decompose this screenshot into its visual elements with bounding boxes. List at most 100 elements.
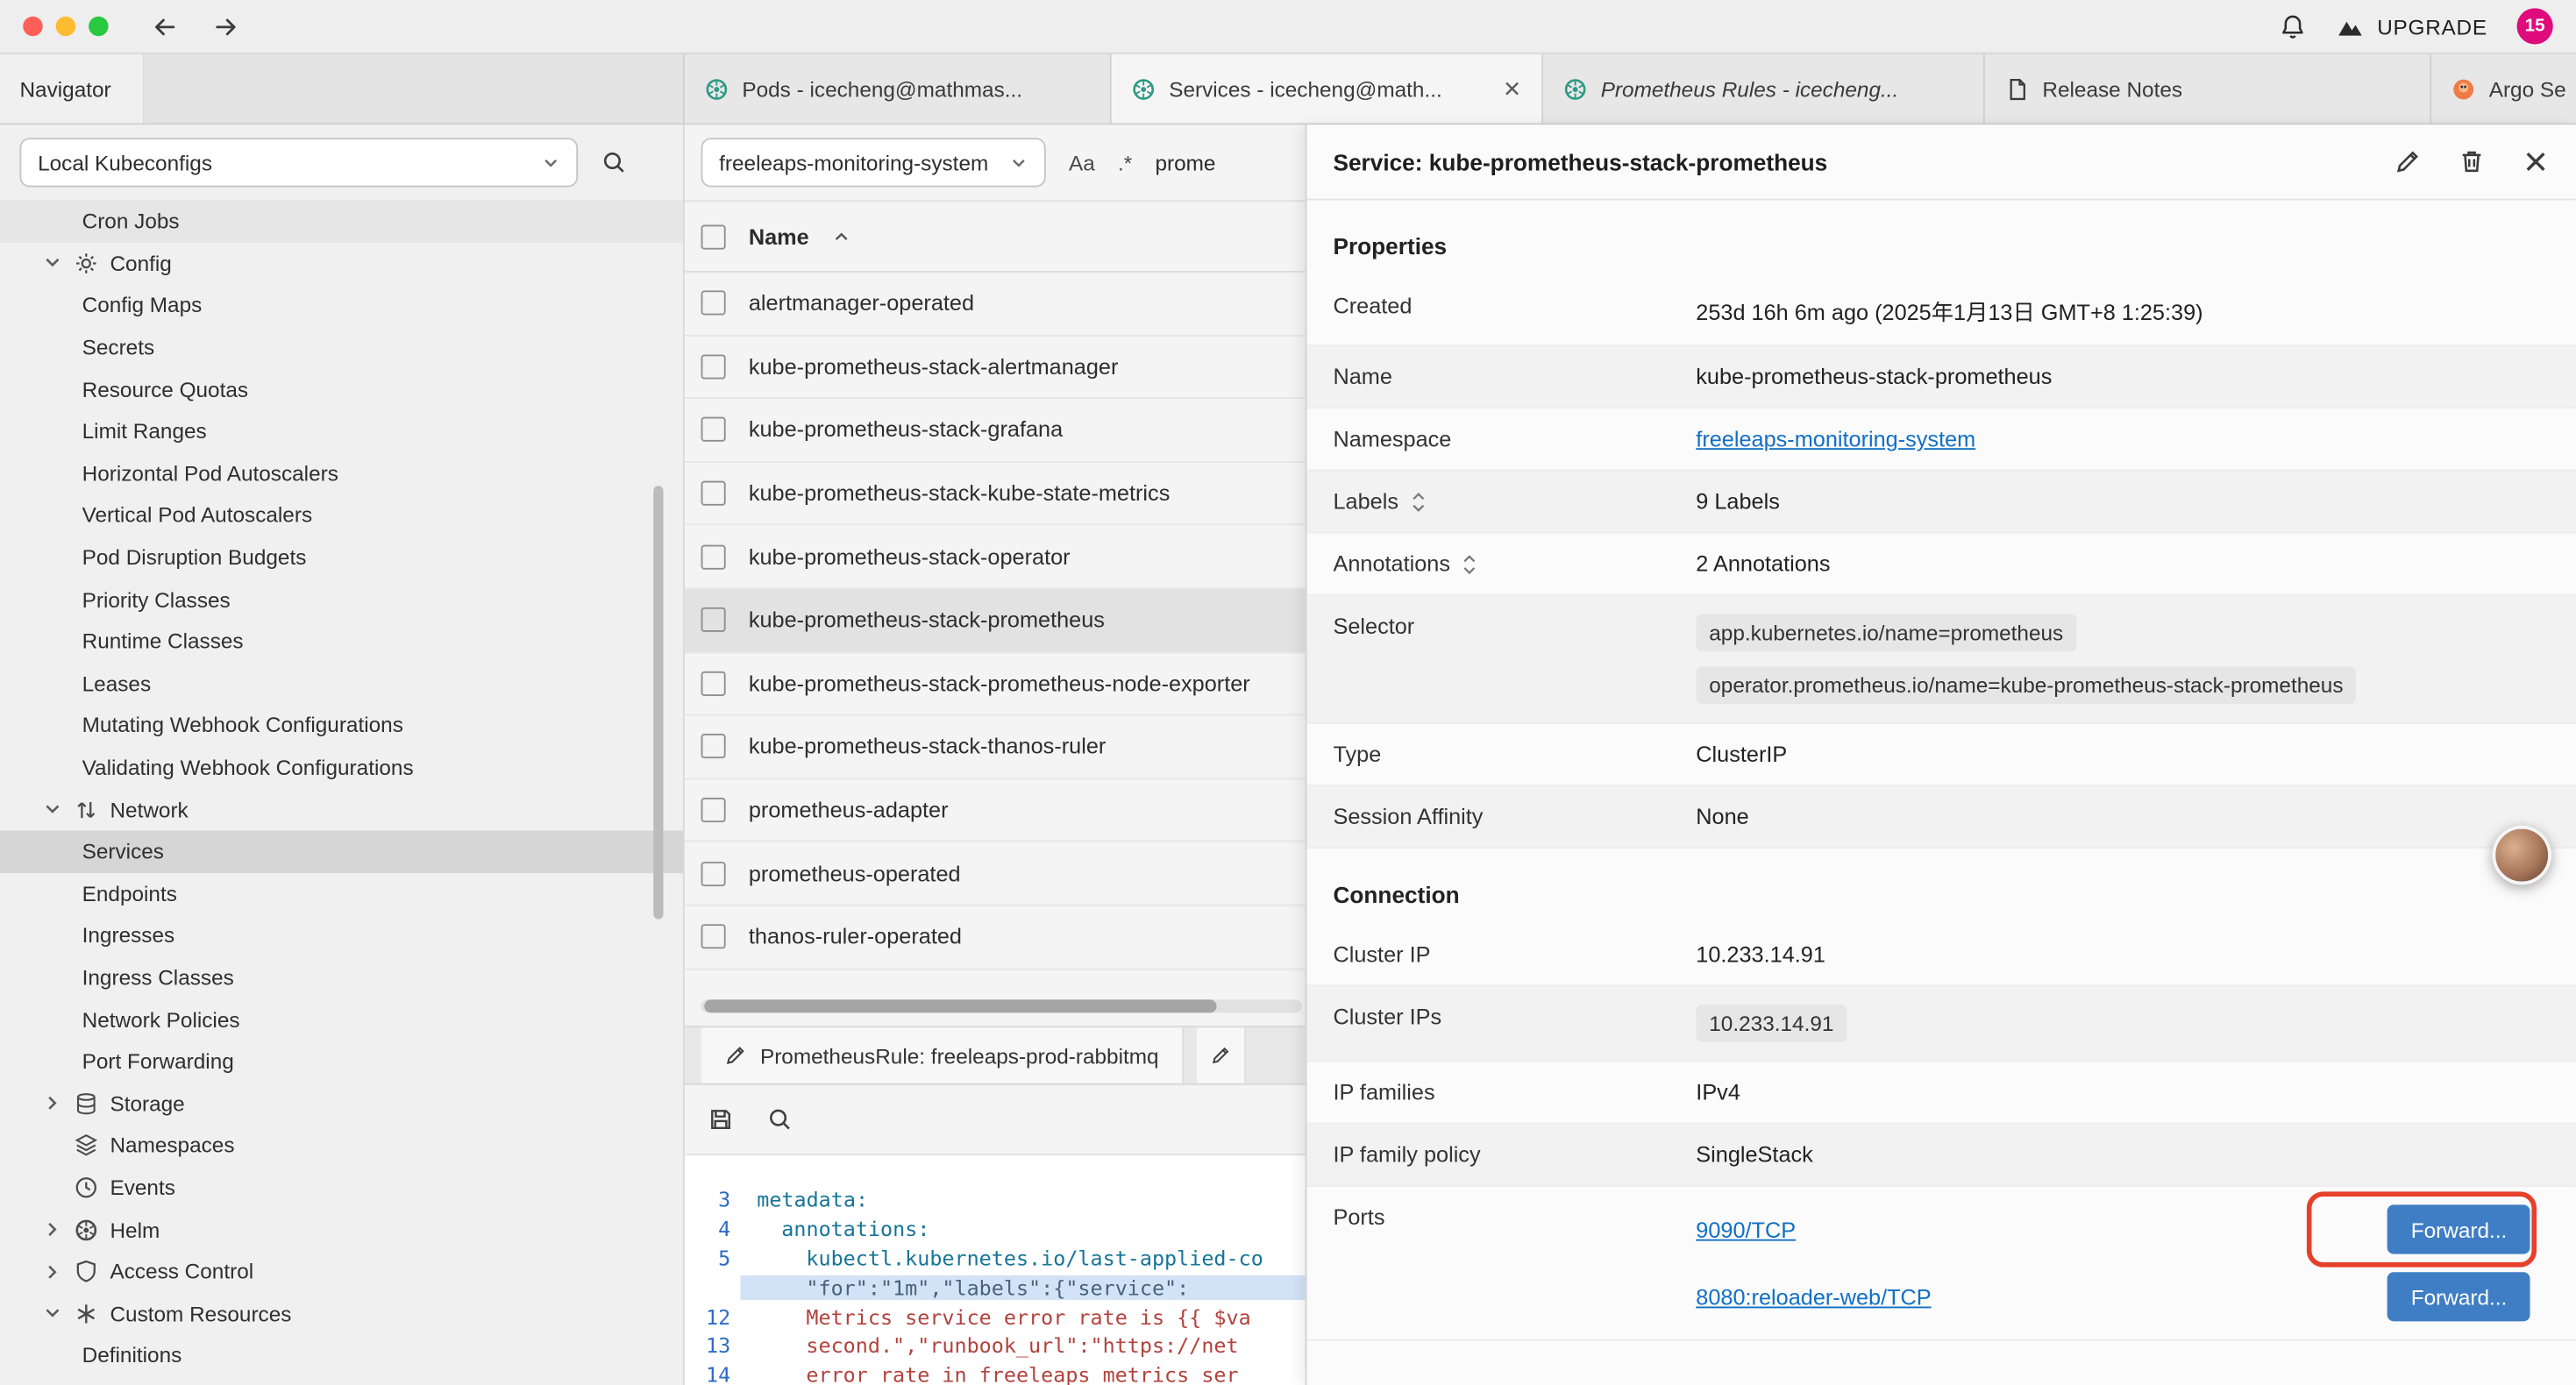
search-icon[interactable] [766,1106,793,1133]
bell-icon[interactable] [2279,12,2307,40]
close-tab-icon[interactable] [1502,79,1521,98]
sort-updown-icon[interactable] [1408,490,1427,513]
sidebar-item-pod-disruption-budgets[interactable]: Pod Disruption Budgets [0,536,683,579]
sidebar-item-ingresses[interactable]: Ingresses [0,914,683,956]
dock-tab-prometheusrule[interactable]: PrometheusRule: freeleaps-prod-rabbitmq [701,1027,1184,1083]
avatar[interactable] [2492,826,2551,884]
port-link[interactable]: 9090/TCP [1696,1217,1796,1241]
labels-value[interactable]: 9 Labels [1696,489,2550,514]
prop-row-created: Created 253d 16h 6m ago (2025年1月13日 GMT+… [1307,276,2576,347]
namespace-link[interactable]: freeleaps-monitoring-system [1696,427,1975,451]
sidebar-item-ingress-classes[interactable]: Ingress Classes [0,956,683,998]
sidebar-scrollbar[interactable] [653,486,663,919]
row-checkbox[interactable] [701,925,726,949]
sidebar-item-services[interactable]: Services [0,830,683,872]
search-input[interactable]: prome [1155,150,1215,174]
line-number: 5 [685,1246,741,1270]
gear-icon [74,251,98,275]
sidebar-item-storage[interactable]: Storage [0,1083,683,1125]
minimize-window-button[interactable] [56,17,75,36]
forward-button[interactable]: Forward... [2388,1272,2530,1321]
drawer-body: Properties Created 253d 16h 6m ago (2025… [1307,200,2576,1385]
back-icon[interactable] [151,12,179,40]
sidebar-item-namespaces[interactable]: Namespaces [0,1125,683,1167]
row-checkbox[interactable] [701,798,726,822]
close-window-button[interactable] [23,17,42,36]
chevron-right-icon[interactable] [43,1219,62,1239]
edit-icon[interactable] [2394,148,2422,176]
row-checkbox[interactable] [701,481,726,506]
horizontal-scrollbar[interactable] [704,999,1216,1012]
row-checkbox[interactable] [701,671,726,696]
sidebar-item-config-maps[interactable]: Config Maps [0,284,683,326]
sidebar-item-custom-resources[interactable]: Custom Resources [0,1292,683,1334]
search-icon[interactable] [601,149,627,175]
row-checkbox[interactable] [701,735,726,759]
port-line: 8080:reloader-web/TCP Forward... [1696,1272,2530,1321]
name-column-header[interactable]: Name [749,224,809,249]
sidebar-item-cron-jobs[interactable]: Cron Jobs [0,200,683,242]
row-checkbox[interactable] [701,418,726,443]
navigator-panel-tab[interactable]: Navigator [0,54,145,124]
dock-tab-next[interactable] [1197,1027,1246,1083]
editor-tab[interactable]: Argo Se [2431,54,2576,124]
sidebar-item-leases[interactable]: Leases [0,663,683,705]
port-link[interactable]: 8080:reloader-web/TCP [1696,1284,1931,1309]
editor-tab[interactable]: Prometheus Rules - icecheng... [1543,54,1985,124]
forward-icon[interactable] [212,12,240,40]
row-checkbox[interactable] [701,861,726,885]
sidebar-item-vertical-pod-autoscalers[interactable]: Vertical Pod Autoscalers [0,494,683,536]
sidebar-item-validating-webhook-configurations[interactable]: Validating Webhook Configurations [0,746,683,788]
editor-tab[interactable]: Pods - icecheng@mathmas... [685,54,1112,124]
sidebar-item-config[interactable]: Config [0,242,683,284]
chevron-down-icon[interactable] [43,799,62,819]
save-icon[interactable] [708,1106,734,1133]
upgrade-button[interactable]: UPGRADE [2336,12,2487,40]
sidebar-item-access-control[interactable]: Access Control [0,1251,683,1293]
match-case-toggle[interactable]: Aa [1069,150,1095,174]
sidebar-item-secrets[interactable]: Secrets [0,326,683,368]
chevron-down-icon[interactable] [43,1303,62,1323]
row-checkbox[interactable] [701,607,726,632]
sidebar-item-helm[interactable]: Helm [0,1209,683,1251]
forward-button[interactable]: Forward... [2388,1204,2530,1254]
sort-asc-icon[interactable] [832,227,850,245]
sidebar-item-horizontal-pod-autoscalers[interactable]: Horizontal Pod Autoscalers [0,452,683,494]
close-icon[interactable] [2522,148,2550,176]
notification-count-badge[interactable]: 15 [2517,8,2553,44]
sidebar-item-limit-ranges[interactable]: Limit Ranges [0,410,683,452]
editor-tab[interactable]: Release Notes [1985,54,2431,124]
layers-icon [74,1133,98,1158]
sidebar-item-port-forwarding[interactable]: Port Forwarding [0,1041,683,1083]
sidebar-item-runtime-classes[interactable]: Runtime Classes [0,621,683,663]
editor-tab[interactable]: Services - icecheng@math... [1112,54,1543,124]
namespace-select[interactable]: freeleaps-monitoring-system [701,138,1046,187]
kubeconfig-select-value: Local Kubeconfigs [38,150,212,174]
chevron-right-icon[interactable] [43,1094,62,1113]
annotations-value[interactable]: 2 Annotations [1696,551,2550,576]
kubeconfig-select[interactable]: Local Kubeconfigs [19,138,578,187]
sidebar-item-resource-quotas[interactable]: Resource Quotas [0,368,683,410]
sidebar-item-priority-classes[interactable]: Priority Classes [0,579,683,621]
sort-updown-icon[interactable] [1460,552,1479,575]
sidebar-item-endpoints[interactable]: Endpoints [0,872,683,914]
chevron-spacer [43,1177,62,1197]
chevron-down-icon[interactable] [43,253,62,273]
sidebar-item-events[interactable]: Events [0,1167,683,1209]
chevron-down-icon [542,153,560,172]
sidebar-item-definitions[interactable]: Definitions [0,1334,683,1376]
sidebar-item-network[interactable]: Network [0,788,683,830]
regex-toggle[interactable]: .* [1118,150,1132,174]
delete-icon[interactable] [2458,148,2486,176]
service-name: kube-prometheus-stack-operator [749,544,1071,569]
row-checkbox[interactable] [701,544,726,569]
select-all-checkbox[interactable] [701,224,726,249]
row-checkbox[interactable] [701,354,726,379]
chevron-right-icon[interactable] [43,1261,62,1281]
properties-heading: Properties [1333,233,2550,259]
row-checkbox[interactable] [701,291,726,316]
maximize-window-button[interactable] [89,17,108,36]
sidebar-item-network-policies[interactable]: Network Policies [0,998,683,1041]
sidebar-item-label: Services [82,839,164,863]
sidebar-item-mutating-webhook-configurations[interactable]: Mutating Webhook Configurations [0,705,683,747]
